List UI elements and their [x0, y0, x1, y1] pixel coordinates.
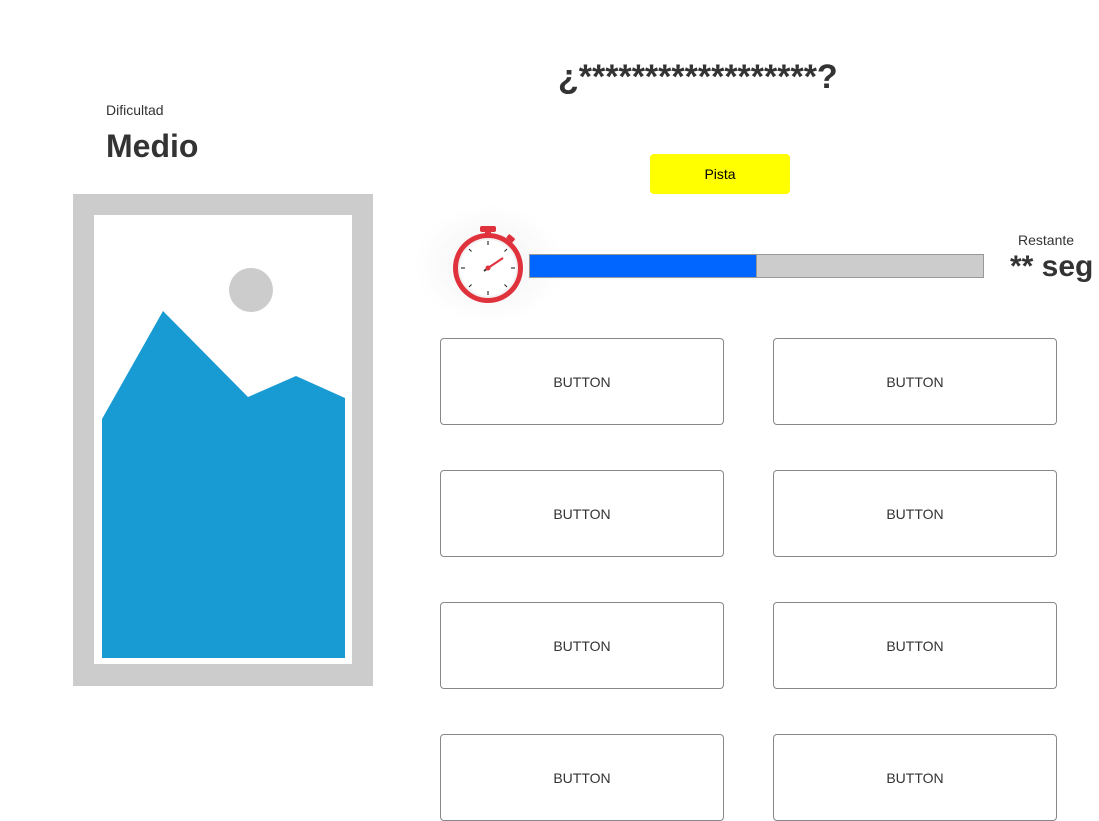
hint-button[interactable]: Pista [650, 154, 790, 194]
question-text: ¿******************? [558, 58, 838, 96]
answer-button-2[interactable]: BUTTON [773, 338, 1057, 425]
time-progress-bar [529, 254, 984, 278]
answer-button-4[interactable]: BUTTON [773, 470, 1057, 557]
remaining-seconds: ** seg [1010, 250, 1094, 283]
answer-button-7[interactable]: BUTTON [440, 734, 724, 821]
answer-button-3[interactable]: BUTTON [440, 470, 724, 557]
answer-button-6[interactable]: BUTTON [773, 602, 1057, 689]
answer-button-1[interactable]: BUTTON [440, 338, 724, 425]
difficulty-label: Dificultad [106, 102, 164, 118]
difficulty-value: Medio [106, 128, 199, 164]
image-placeholder-icon [102, 268, 345, 658]
stopwatch-icon [453, 226, 523, 303]
answer-button-5[interactable]: BUTTON [440, 602, 724, 689]
remaining-label: Restante [1018, 232, 1075, 248]
time-progress-fill [530, 255, 757, 277]
answer-button-8[interactable]: BUTTON [773, 734, 1057, 821]
